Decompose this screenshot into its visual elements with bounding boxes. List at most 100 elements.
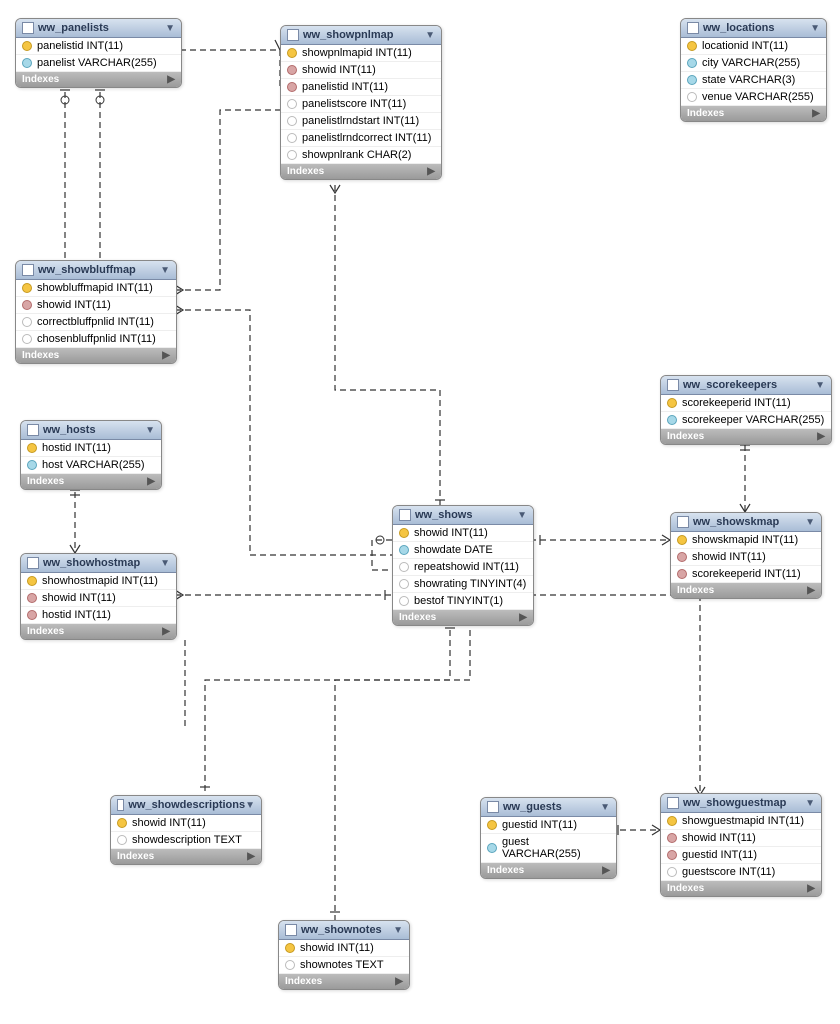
column-row: showskmapid INT(11) (671, 532, 821, 549)
table-header[interactable]: ww_guests ▼ (481, 798, 616, 817)
column-row: showid INT(11) (393, 525, 533, 542)
table-ww-guests[interactable]: ww_guests ▼ guestid INT(11) guest VARCHA… (480, 797, 617, 879)
table-title: ww_showhostmap (43, 557, 160, 569)
table-header[interactable]: ww_shownotes ▼ (279, 921, 409, 940)
table-title: ww_showskmap (693, 516, 805, 528)
column-row: showhostmapid INT(11) (21, 573, 176, 590)
column-row: showid INT(11) (671, 549, 821, 566)
table-ww-hosts[interactable]: ww_hosts ▼ hostid INT(11) host VARCHAR(2… (20, 420, 162, 490)
column-row: correctbluffpnlid INT(11) (16, 314, 176, 331)
indexes-footer[interactable]: Indexes▶ (16, 348, 176, 363)
table-title: ww_shownotes (301, 924, 393, 936)
table-icon (667, 797, 679, 809)
indexes-footer[interactable]: Indexes▶ (393, 610, 533, 625)
collapse-icon[interactable]: ▼ (145, 425, 155, 436)
indexes-footer[interactable]: Indexes▶ (661, 429, 831, 444)
indexes-footer[interactable]: Indexes▶ (281, 164, 441, 179)
table-ww-showskmap[interactable]: ww_showskmap ▼ showskmapid INT(11) showi… (670, 512, 822, 599)
table-title: ww_showdescriptions (128, 799, 245, 811)
column-row: repeatshowid INT(11) (393, 559, 533, 576)
table-header[interactable]: ww_showdescriptions ▼ (111, 796, 261, 815)
table-ww-showhostmap[interactable]: ww_showhostmap ▼ showhostmapid INT(11) s… (20, 553, 177, 640)
table-icon (677, 516, 689, 528)
table-icon (22, 264, 34, 276)
table-icon (287, 29, 299, 41)
column-row: showid INT(11) (281, 62, 441, 79)
collapse-icon[interactable]: ▼ (600, 802, 610, 813)
column-row: showpnlmapid INT(11) (281, 45, 441, 62)
column-row: showid INT(11) (279, 940, 409, 957)
table-header[interactable]: ww_shows ▼ (393, 506, 533, 525)
table-title: ww_guests (503, 801, 600, 813)
column-row: showrating TINYINT(4) (393, 576, 533, 593)
table-header[interactable]: ww_hosts ▼ (21, 421, 161, 440)
column-row: venue VARCHAR(255) (681, 89, 826, 106)
collapse-icon[interactable]: ▼ (165, 23, 175, 34)
column-row: city VARCHAR(255) (681, 55, 826, 72)
table-ww-panelists[interactable]: ww_panelists ▼ panelistid INT(11) paneli… (15, 18, 182, 88)
indexes-footer[interactable]: Indexes▶ (481, 863, 616, 878)
indexes-footer[interactable]: Indexes▶ (661, 881, 821, 896)
collapse-icon[interactable]: ▼ (425, 30, 435, 41)
column-row: panelistscore INT(11) (281, 96, 441, 113)
column-row: scorekeeperid INT(11) (661, 395, 831, 412)
table-icon (687, 22, 699, 34)
collapse-icon[interactable]: ▼ (805, 517, 815, 528)
column-row: panelistlrndstart INT(11) (281, 113, 441, 130)
table-ww-shownotes[interactable]: ww_shownotes ▼ showid INT(11) shownotes … (278, 920, 410, 990)
column-row: panelist VARCHAR(255) (16, 55, 181, 72)
column-row: guest VARCHAR(255) (481, 834, 616, 863)
column-row: panelistid INT(11) (281, 79, 441, 96)
table-ww-locations[interactable]: ww_locations ▼ locationid INT(11) city V… (680, 18, 827, 122)
collapse-icon[interactable]: ▼ (245, 800, 255, 811)
table-title: ww_showbluffmap (38, 264, 160, 276)
column-row: guestscore INT(11) (661, 864, 821, 881)
table-header[interactable]: ww_showhostmap ▼ (21, 554, 176, 573)
indexes-footer[interactable]: Indexes▶ (21, 624, 176, 639)
table-header[interactable]: ww_scorekeepers ▼ (661, 376, 831, 395)
table-icon (487, 801, 499, 813)
table-title: ww_showguestmap (683, 797, 805, 809)
column-row: showdescription TEXT (111, 832, 261, 849)
table-ww-showdescriptions[interactable]: ww_showdescriptions ▼ showid INT(11) sho… (110, 795, 262, 865)
table-header[interactable]: ww_showskmap ▼ (671, 513, 821, 532)
indexes-footer[interactable]: Indexes▶ (279, 974, 409, 989)
table-title: ww_hosts (43, 424, 145, 436)
table-icon (117, 799, 124, 811)
column-row: locationid INT(11) (681, 38, 826, 55)
column-row: showpnlrank CHAR(2) (281, 147, 441, 164)
table-icon (22, 22, 34, 34)
table-header[interactable]: ww_showguestmap ▼ (661, 794, 821, 813)
table-title: ww_scorekeepers (683, 379, 815, 391)
indexes-footer[interactable]: Indexes▶ (16, 72, 181, 87)
table-ww-showbluffmap[interactable]: ww_showbluffmap ▼ showbluffmapid INT(11)… (15, 260, 177, 364)
table-icon (667, 379, 679, 391)
collapse-icon[interactable]: ▼ (160, 265, 170, 276)
column-row: panelistid INT(11) (16, 38, 181, 55)
table-ww-showpnlmap[interactable]: ww_showpnlmap ▼ showpnlmapid INT(11) sho… (280, 25, 442, 180)
column-row: guestid INT(11) (481, 817, 616, 834)
column-row: showid INT(11) (21, 590, 176, 607)
column-row: showid INT(11) (111, 815, 261, 832)
table-title: ww_panelists (38, 22, 165, 34)
collapse-icon[interactable]: ▼ (517, 510, 527, 521)
collapse-icon[interactable]: ▼ (815, 380, 825, 391)
table-ww-shows[interactable]: ww_shows ▼ showid INT(11) showdate DATE … (392, 505, 534, 626)
column-row: bestof TINYINT(1) (393, 593, 533, 610)
table-icon (27, 424, 39, 436)
table-ww-showguestmap[interactable]: ww_showguestmap ▼ showguestmapid INT(11)… (660, 793, 822, 897)
collapse-icon[interactable]: ▼ (393, 925, 403, 936)
table-header[interactable]: ww_showpnlmap ▼ (281, 26, 441, 45)
table-header[interactable]: ww_locations ▼ (681, 19, 826, 38)
indexes-footer[interactable]: Indexes▶ (111, 849, 261, 864)
collapse-icon[interactable]: ▼ (805, 798, 815, 809)
indexes-footer[interactable]: Indexes▶ (681, 106, 826, 121)
collapse-icon[interactable]: ▼ (810, 23, 820, 34)
table-header[interactable]: ww_showbluffmap ▼ (16, 261, 176, 280)
table-header[interactable]: ww_panelists ▼ (16, 19, 181, 38)
column-row: showguestmapid INT(11) (661, 813, 821, 830)
indexes-footer[interactable]: Indexes▶ (21, 474, 161, 489)
collapse-icon[interactable]: ▼ (160, 558, 170, 569)
indexes-footer[interactable]: Indexes▶ (671, 583, 821, 598)
table-ww-scorekeepers[interactable]: ww_scorekeepers ▼ scorekeeperid INT(11) … (660, 375, 832, 445)
